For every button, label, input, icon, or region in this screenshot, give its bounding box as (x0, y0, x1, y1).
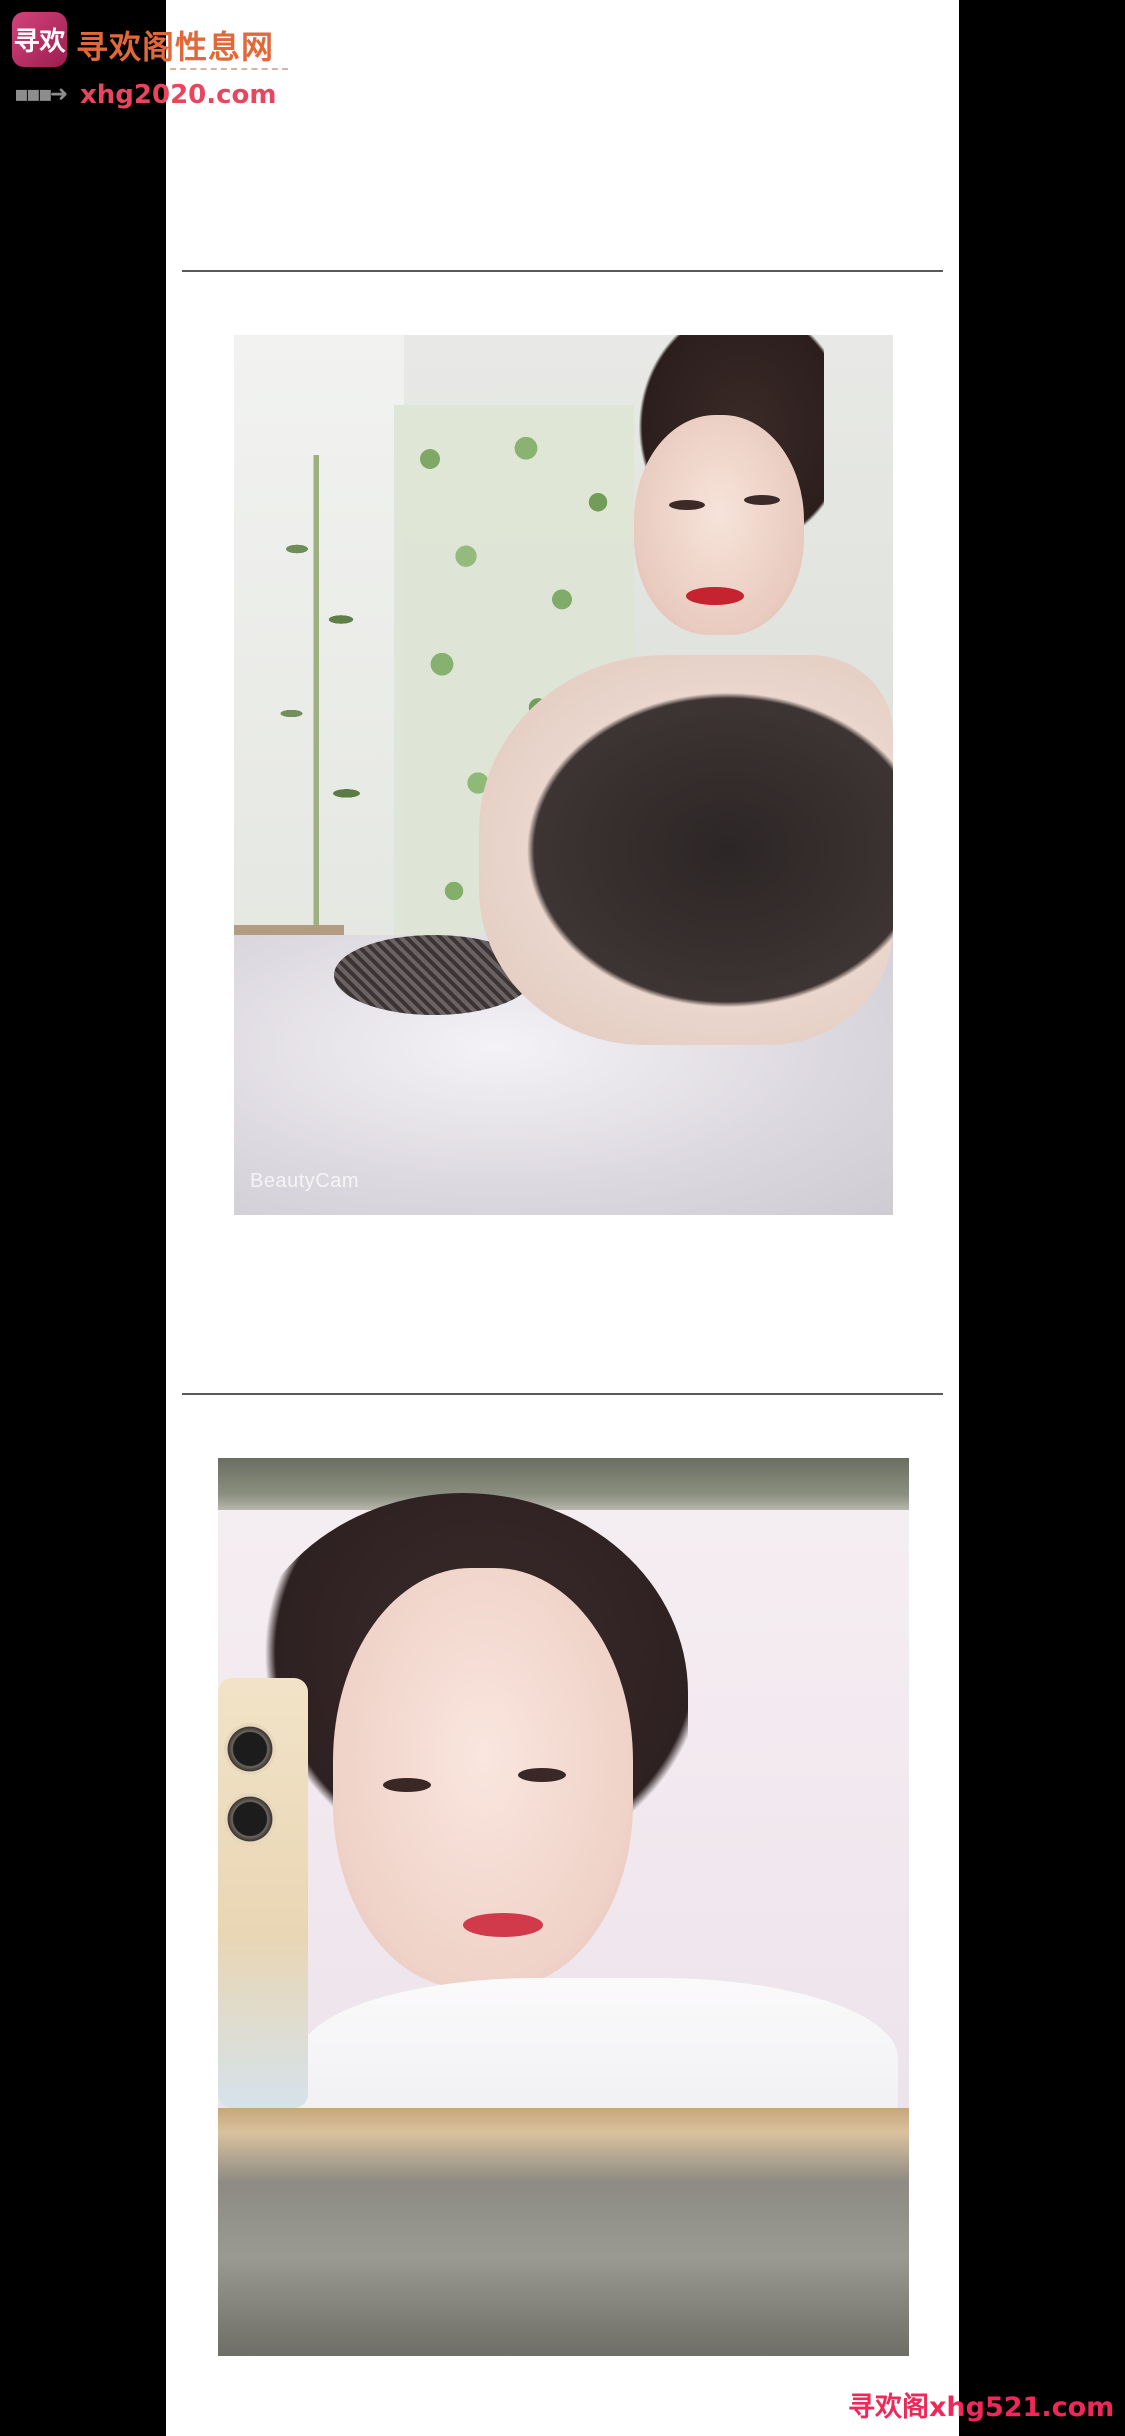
photo-1[interactable]: BeautyCam (234, 335, 893, 1215)
logo-url: xhg2020.com (80, 80, 277, 110)
mirror-frame-bottom (218, 2108, 909, 2356)
site-logo[interactable]: 寻欢 寻欢阁性息网 ▪▪▪➜ xhg2020.com (10, 10, 290, 110)
divider-middle (182, 1393, 943, 1395)
camera-lens-icon (224, 1793, 276, 1845)
divider-top (182, 270, 943, 272)
logo-underline (170, 68, 288, 70)
arrow-right-icon: ▪▪▪➜ (14, 82, 68, 107)
content-column: BeautyCam (166, 0, 959, 2436)
photo-2[interactable] (218, 1458, 909, 2356)
bamboo-decoration (264, 455, 374, 925)
footer-watermark: 寻欢阁xhg521.com (848, 2392, 1115, 2423)
beautycam-watermark: BeautyCam (250, 1170, 359, 1192)
page: BeautyCam 寻欢 寻欢阁性息网 ▪▪▪➜ xhg2020.com 寻欢阁… (0, 0, 1125, 2436)
mirror-frame-top (218, 1458, 909, 1510)
logo-title: 寻欢阁性息网 (76, 28, 275, 66)
camera-lens-icon (224, 1723, 276, 1775)
logo-mark: 寻欢 (12, 12, 67, 67)
